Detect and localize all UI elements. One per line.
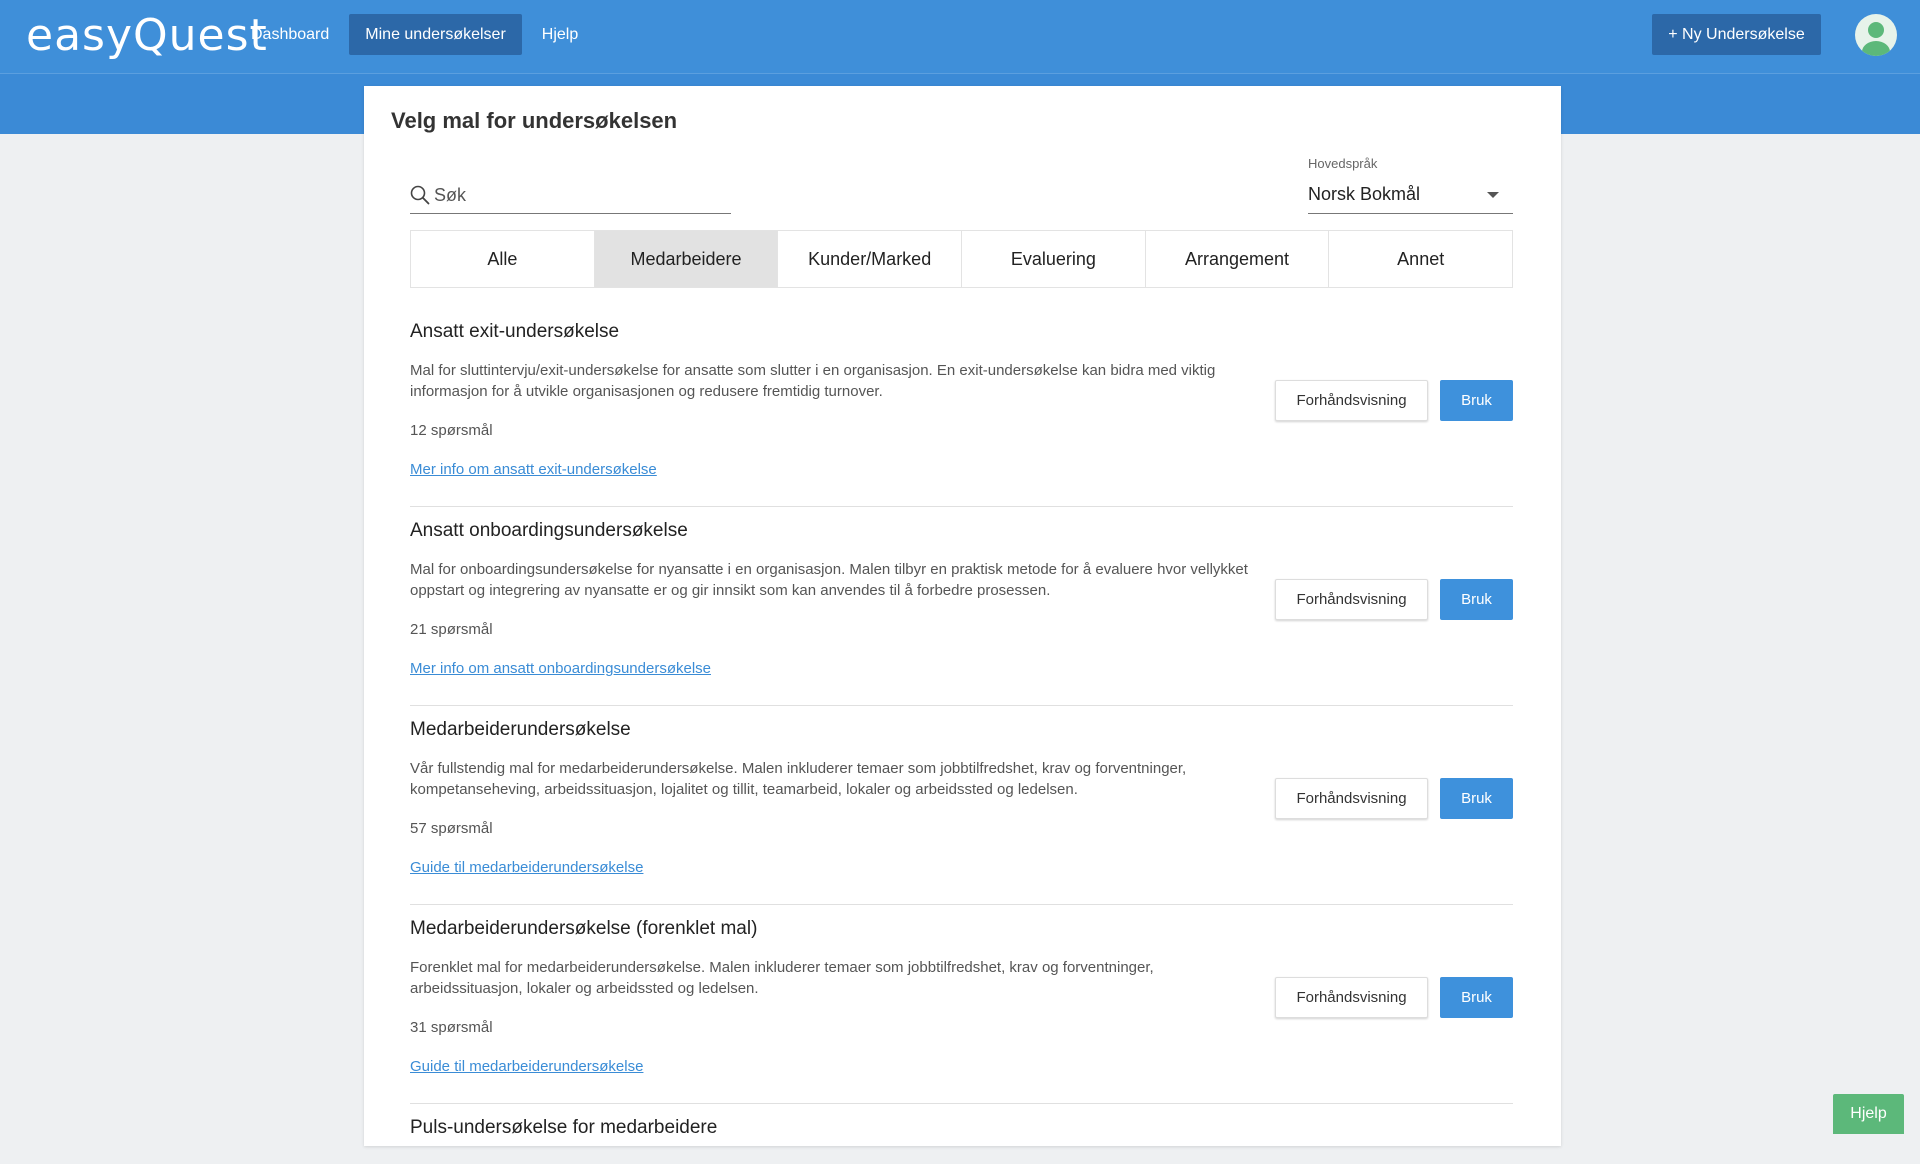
tab-evaluation[interactable]: Evaluering	[962, 231, 1146, 287]
template-title: Ansatt exit-undersøkelse	[410, 321, 620, 342]
template-title: Medarbeiderundersøkelse (forenklet mal)	[410, 918, 758, 939]
list-item: Medarbeiderundersøkelse (forenklet mal) …	[410, 905, 1513, 1104]
nav-item-my-surveys[interactable]: Mine undersøkelser	[349, 14, 522, 55]
tab-customers-market[interactable]: Kunder/Marked	[778, 231, 963, 287]
help-button[interactable]: Hjelp	[1833, 1094, 1904, 1134]
new-survey-button[interactable]: + Ny Undersøkelse	[1652, 14, 1821, 55]
template-title: Medarbeiderundersøkelse	[410, 719, 631, 740]
tab-other[interactable]: Annet	[1329, 231, 1513, 287]
question-count: 21 spørsmål	[410, 621, 493, 638]
template-list: Ansatt exit-undersøkelse Mal for sluttin…	[410, 308, 1513, 1164]
preview-button[interactable]: Forhåndsvisning	[1275, 579, 1428, 620]
preview-button[interactable]: Forhåndsvisning	[1275, 778, 1428, 819]
search-input[interactable]	[434, 182, 724, 208]
list-item: Puls-undersøkelse for medarbeidere	[410, 1104, 1513, 1164]
page-title: Velg mal for undersøkelsen	[391, 108, 678, 133]
template-description: Forenklet mal for medarbeiderundersøkels…	[410, 959, 1154, 997]
use-button[interactable]: Bruk	[1440, 977, 1513, 1018]
user-avatar-icon[interactable]	[1855, 14, 1897, 56]
tab-all[interactable]: Alle	[411, 231, 595, 287]
template-picker-card: Velg mal for undersøkelsen Hovedspråk No…	[364, 86, 1561, 1146]
list-item: Ansatt onboardingsundersøkelse Mal for o…	[410, 507, 1513, 706]
language-select[interactable]: Norsk Bokmål	[1308, 176, 1513, 214]
list-item: Ansatt exit-undersøkelse Mal for sluttin…	[410, 308, 1513, 507]
category-tabs: Alle Medarbeidere Kunder/Marked Evalueri…	[410, 230, 1513, 288]
template-info-link[interactable]: Guide til medarbeiderundersøkelse	[410, 1058, 643, 1075]
nav-item-dashboard[interactable]: Dashboard	[235, 14, 345, 55]
language-selected-value: Norsk Bokmål	[1308, 184, 1421, 204]
avatar-head	[1868, 22, 1884, 38]
preview-button[interactable]: Forhåndsvisning	[1275, 977, 1428, 1018]
search-field	[410, 178, 731, 214]
use-button[interactable]: Bruk	[1440, 778, 1513, 819]
avatar-body	[1862, 41, 1890, 56]
template-title: Ansatt onboardingsundersøkelse	[410, 520, 688, 541]
main-nav: Dashboard Mine undersøkelser Hjelp	[235, 14, 594, 55]
question-count: 31 spørsmål	[410, 1019, 493, 1036]
question-count: 12 spørsmål	[410, 422, 493, 439]
template-description: Vår fullstendig mal for medarbeiderunder…	[410, 760, 1187, 798]
tab-employees[interactable]: Medarbeidere	[594, 231, 779, 287]
template-title: Puls-undersøkelse for medarbeidere	[410, 1117, 718, 1138]
use-button[interactable]: Bruk	[1440, 579, 1513, 620]
app-logo[interactable]: easyQuest	[26, 10, 268, 61]
tab-event[interactable]: Arrangement	[1145, 231, 1330, 287]
template-info-link[interactable]: Guide til medarbeiderundersøkelse	[410, 859, 643, 876]
top-navigation-bar: easyQuest Dashboard Mine undersøkelser H…	[0, 0, 1920, 74]
question-count: 57 spørsmål	[410, 820, 493, 837]
template-description: Mal for sluttintervju/exit-undersøkelse …	[410, 362, 1216, 400]
nav-item-help[interactable]: Hjelp	[526, 14, 594, 55]
list-item: Medarbeiderundersøkelse Vår fullstendig …	[410, 706, 1513, 905]
use-button[interactable]: Bruk	[1440, 380, 1513, 421]
language-label: Hovedspråk	[1308, 156, 1378, 171]
chevron-down-icon	[1487, 192, 1499, 198]
preview-button[interactable]: Forhåndsvisning	[1275, 380, 1428, 421]
template-info-link[interactable]: Mer info om ansatt exit-undersøkelse	[410, 461, 657, 478]
template-description: Mal for onboardingsundersøkelse for nyan…	[410, 561, 1248, 599]
template-info-link[interactable]: Mer info om ansatt onboardingsundersøkel…	[410, 660, 711, 677]
search-icon	[410, 185, 430, 205]
